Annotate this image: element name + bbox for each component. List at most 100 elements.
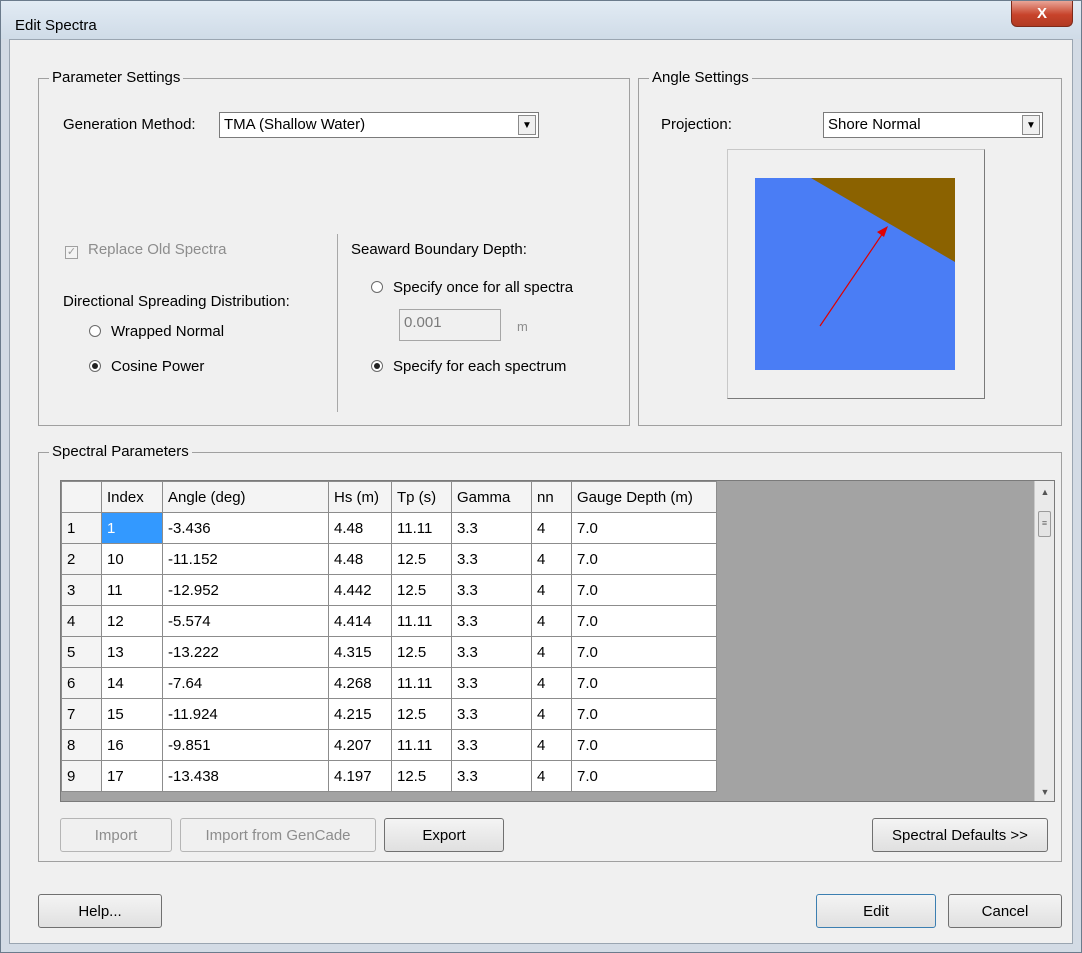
table-cell[interactable]: 4 (531, 543, 572, 575)
column-header[interactable]: Index (101, 481, 163, 513)
table-cell[interactable]: 4.268 (328, 667, 392, 699)
scroll-up-icon[interactable]: ▲ (1035, 487, 1054, 497)
row-header-cell[interactable]: 1 (61, 512, 102, 544)
table-cell[interactable]: 7.0 (571, 605, 717, 637)
table-cell[interactable]: 7.0 (571, 667, 717, 699)
table-cell[interactable]: -13.438 (162, 760, 329, 792)
table-cell[interactable]: 4 (531, 760, 572, 792)
table-cell[interactable]: 3.3 (451, 512, 532, 544)
table-cell[interactable]: 12.5 (391, 760, 452, 792)
table-row[interactable]: 5 13 -13.222 4.315 12.5 3.3 4 7.0 (61, 636, 717, 668)
grid-vertical-scrollbar[interactable]: ▲ ≡ ▼ (1034, 481, 1054, 801)
table-cell[interactable]: 3.3 (451, 574, 532, 606)
table-cell[interactable]: 12 (101, 605, 163, 637)
generation-method-select[interactable]: TMA (Shallow Water) ▼ (219, 112, 539, 138)
table-cell[interactable]: 7.0 (571, 698, 717, 730)
table-cell[interactable]: 13 (101, 636, 163, 668)
edit-button[interactable]: Edit (816, 894, 936, 928)
table-cell[interactable]: 4.215 (328, 698, 392, 730)
specify-each-radio[interactable]: Specify for each spectrum (371, 358, 566, 375)
table-cell[interactable]: 15 (101, 698, 163, 730)
help-button[interactable]: Help... (38, 894, 162, 928)
cancel-button[interactable]: Cancel (948, 894, 1062, 928)
import-from-gencade-button[interactable]: Import from GenCade (180, 818, 376, 852)
table-cell[interactable]: 3.3 (451, 667, 532, 699)
table-cell[interactable]: -5.574 (162, 605, 329, 637)
boundary-depth-input[interactable]: 0.001 (399, 309, 501, 341)
column-header[interactable]: Tp (s) (391, 481, 452, 513)
table-cell[interactable]: 3.3 (451, 636, 532, 668)
projection-select[interactable]: Shore Normal ▼ (823, 112, 1043, 138)
table-cell[interactable]: -12.952 (162, 574, 329, 606)
table-cell[interactable]: 11.11 (391, 667, 452, 699)
table-row[interactable]: 3 11 -12.952 4.442 12.5 3.3 4 7.0 (61, 574, 717, 606)
table-row[interactable]: 1 1 -3.436 4.48 11.11 3.3 4 7.0 (61, 512, 717, 544)
export-button[interactable]: Export (384, 818, 504, 852)
table-cell[interactable]: 4 (531, 605, 572, 637)
table-cell[interactable]: 11.11 (391, 605, 452, 637)
table-cell[interactable]: 3.3 (451, 760, 532, 792)
table-cell[interactable]: 3.3 (451, 729, 532, 761)
specify-once-radio[interactable]: Specify once for all spectra (371, 279, 573, 296)
table-cell[interactable]: 7.0 (571, 729, 717, 761)
table-cell[interactable]: -9.851 (162, 729, 329, 761)
column-header[interactable]: Gauge Depth (m) (571, 481, 717, 513)
table-cell[interactable]: 10 (101, 543, 163, 575)
row-header-cell[interactable]: 7 (61, 698, 102, 730)
table-row[interactable]: 2 10 -11.152 4.48 12.5 3.3 4 7.0 (61, 543, 717, 575)
table-cell[interactable]: -7.64 (162, 667, 329, 699)
table-cell[interactable]: 3.3 (451, 605, 532, 637)
table-cell[interactable]: -11.152 (162, 543, 329, 575)
spectral-defaults-button[interactable]: Spectral Defaults >> (872, 818, 1048, 852)
table-cell[interactable]: 12.5 (391, 636, 452, 668)
column-header[interactable]: Hs (m) (328, 481, 392, 513)
row-header-cell[interactable]: 9 (61, 760, 102, 792)
table-cell[interactable]: 12.5 (391, 543, 452, 575)
column-header[interactable]: Gamma (451, 481, 532, 513)
table-row[interactable]: 8 16 -9.851 4.207 11.11 3.3 4 7.0 (61, 729, 717, 761)
table-cell[interactable]: 4 (531, 512, 572, 544)
replace-old-spectra-checkbox[interactable]: ✓ Replace Old Spectra (65, 241, 226, 259)
row-header-cell[interactable]: 6 (61, 667, 102, 699)
row-header-cell[interactable]: 8 (61, 729, 102, 761)
table-cell[interactable]: 7.0 (571, 512, 717, 544)
table-cell[interactable]: 7.0 (571, 543, 717, 575)
table-cell[interactable]: 7.0 (571, 636, 717, 668)
table-cell[interactable]: 4.48 (328, 512, 392, 544)
table-cell[interactable]: 4.207 (328, 729, 392, 761)
table-cell[interactable]: 4 (531, 667, 572, 699)
table-cell[interactable]: -11.924 (162, 698, 329, 730)
table-cell[interactable]: 4.442 (328, 574, 392, 606)
column-header[interactable]: nn (531, 481, 572, 513)
table-row[interactable]: 7 15 -11.924 4.215 12.5 3.3 4 7.0 (61, 698, 717, 730)
close-button[interactable]: X (1011, 1, 1073, 27)
table-cell[interactable]: 12.5 (391, 698, 452, 730)
scroll-thumb[interactable]: ≡ (1038, 511, 1051, 537)
table-cell[interactable]: 4 (531, 698, 572, 730)
table-row[interactable]: 9 17 -13.438 4.197 12.5 3.3 4 7.0 (61, 760, 717, 792)
row-header-cell[interactable]: 3 (61, 574, 102, 606)
table-cell[interactable]: -3.436 (162, 512, 329, 544)
table-cell[interactable]: 11.11 (391, 729, 452, 761)
row-header-cell[interactable]: 5 (61, 636, 102, 668)
table-cell[interactable]: 11.11 (391, 512, 452, 544)
row-header-cell[interactable]: 4 (61, 605, 102, 637)
table-cell[interactable]: 12.5 (391, 574, 452, 606)
table-cell[interactable]: 1 (101, 512, 163, 544)
table-cell[interactable]: 4.48 (328, 543, 392, 575)
column-header[interactable]: Angle (deg) (162, 481, 329, 513)
table-cell[interactable]: -13.222 (162, 636, 329, 668)
row-header-cell[interactable]: 2 (61, 543, 102, 575)
table-cell[interactable]: 3.3 (451, 543, 532, 575)
scroll-down-icon[interactable]: ▼ (1035, 787, 1054, 797)
table-cell[interactable]: 4.315 (328, 636, 392, 668)
table-cell[interactable]: 14 (101, 667, 163, 699)
wrapped-normal-radio[interactable]: Wrapped Normal (89, 323, 224, 340)
table-row[interactable]: 6 14 -7.64 4.268 11.11 3.3 4 7.0 (61, 667, 717, 699)
table-cell[interactable]: 4.414 (328, 605, 392, 637)
table-cell[interactable]: 4 (531, 729, 572, 761)
table-cell[interactable]: 4 (531, 574, 572, 606)
table-cell[interactable]: 3.3 (451, 698, 532, 730)
table-cell[interactable]: 17 (101, 760, 163, 792)
table-cell[interactable]: 16 (101, 729, 163, 761)
